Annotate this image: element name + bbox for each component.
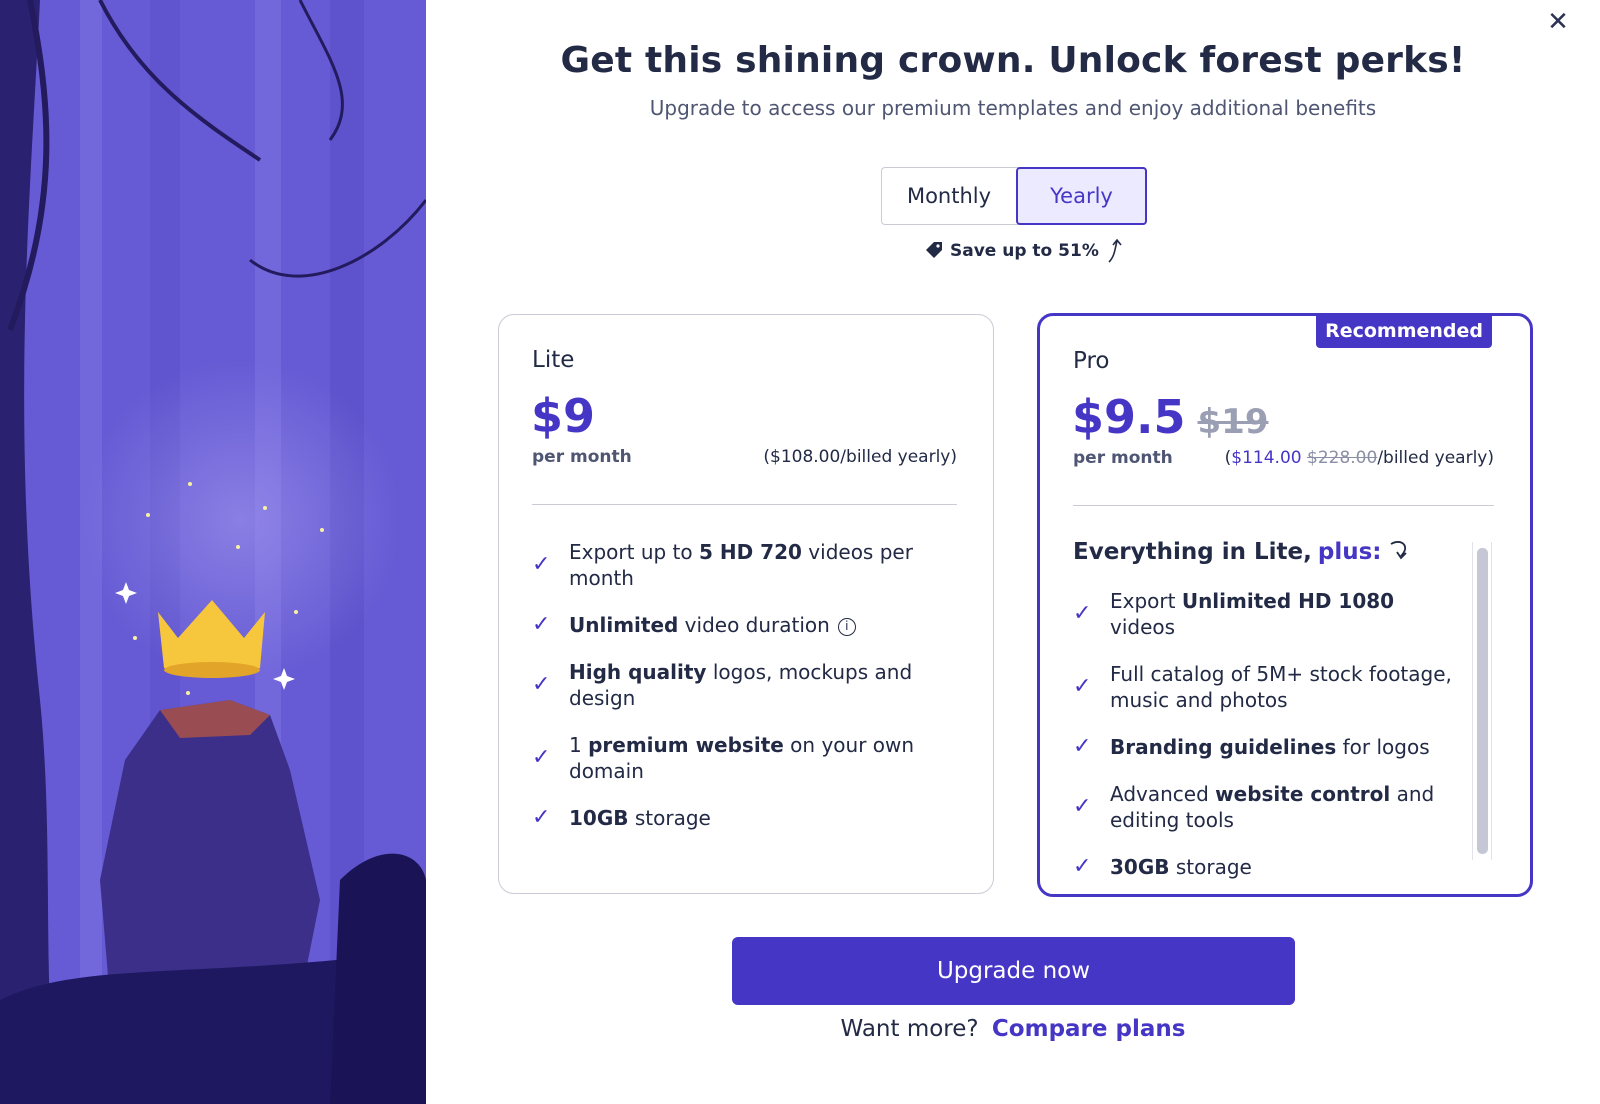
feature-text: Advanced website control and editing too… — [1110, 781, 1460, 833]
check-icon: ✓ — [532, 745, 551, 770]
feature-text: Export up to 5 HD 720 videos per month — [569, 539, 957, 591]
plan-card-pro[interactable]: Recommended Pro $9.5 $19 per month ($114… — [1037, 313, 1533, 897]
modal-subtitle: Upgrade to access our premium templates … — [649, 96, 1377, 120]
feature-item: ✓ Branding guidelines for logos — [1073, 734, 1460, 760]
feature-text: Export Unlimited HD 1080 videos — [1110, 588, 1460, 640]
feature-bold: Unlimited HD 1080 — [1181, 589, 1395, 613]
feature-post: storage — [628, 806, 711, 830]
save-note-text: Save up to 51% — [950, 241, 1099, 261]
feature-list: ✓ Export up to 5 HD 720 videos per month ✓… — [532, 539, 957, 852]
price-value: $9 — [531, 389, 596, 443]
billed-old: $228.00 — [1307, 448, 1378, 468]
feature-text: High quality logos, mockups and design — [569, 659, 957, 711]
old-price: $19 — [1197, 402, 1269, 442]
plan-price: $9 — [531, 389, 595, 443]
feature-pre: Export — [1110, 589, 1182, 613]
feature-item: ✓ 10GB storage — [532, 805, 957, 831]
divider — [532, 504, 957, 505]
scrollbar-thumb[interactable] — [1477, 548, 1488, 854]
plan-card-lite[interactable]: Lite $9 per month ($108.00/billed yearly… — [498, 314, 994, 894]
scrollbar[interactable] — [1472, 542, 1492, 860]
check-icon: ✓ — [532, 552, 551, 577]
feature-item: ✓ Full catalog of 5M+ stock footage, musi… — [1073, 661, 1460, 713]
price-value: $9.5 — [1072, 390, 1186, 444]
feature-post: videos — [1110, 615, 1176, 639]
plan-name: Pro — [1073, 348, 1110, 374]
feature-item: ✓ 1 premium website on your own domain — [532, 732, 957, 784]
close-icon[interactable]: ✕ — [1546, 9, 1570, 35]
billed-yearly: ($114.00 $228.00/billed yearly) — [1225, 448, 1494, 468]
toggle-monthly[interactable]: Monthly — [882, 168, 1016, 224]
want-more-text: Want more? — [840, 1016, 979, 1042]
info-icon[interactable]: i — [837, 617, 856, 636]
feature-pre: 1 — [569, 733, 589, 757]
recommended-badge: Recommended — [1316, 314, 1492, 348]
check-icon: ✓ — [1073, 734, 1092, 759]
feature-text: Full catalog of 5M+ stock footage, music… — [1110, 661, 1460, 713]
feature-bold: premium website — [588, 733, 784, 757]
price-period: per month — [532, 447, 632, 467]
feature-post: video duration — [678, 613, 830, 637]
feature-list: Everything in Lite, plus: ✓ Export Unlimi… — [1073, 538, 1460, 901]
features-head: Everything in Lite, plus: — [1073, 538, 1460, 566]
check-icon: ✓ — [532, 672, 551, 697]
feature-bold: 10GB — [569, 806, 629, 830]
feature-item: ✓ Unlimited video duration i — [532, 612, 957, 638]
check-icon: ✓ — [532, 805, 551, 830]
billing-toggle: Monthly Yearly — [881, 167, 1147, 225]
price-period: per month — [1073, 448, 1173, 468]
save-note: Save up to 51% — [924, 238, 1125, 264]
plan-price: $9.5 $19 — [1072, 390, 1268, 444]
feature-item: ✓ Export up to 5 HD 720 videos per month — [532, 539, 957, 591]
feature-text: 1 premium website on your own domain — [569, 732, 957, 784]
feature-pre: Advanced — [1110, 782, 1216, 806]
feature-post: for logos — [1336, 735, 1430, 759]
billed-new: $114.00 — [1231, 448, 1302, 468]
feature-bold: 5 HD 720 — [699, 540, 802, 564]
feature-bold: High quality — [569, 660, 707, 684]
compare-plans-row: Want more? Compare plans — [426, 1016, 1600, 1042]
check-icon: ✓ — [1073, 674, 1092, 699]
feature-text: 10GB storage — [569, 805, 711, 831]
billed-close: /billed yearly) — [1377, 448, 1494, 468]
feature-item: ✓ Advanced website control and editing to… — [1073, 781, 1460, 833]
feature-bold: website control — [1215, 782, 1391, 806]
check-icon: ✓ — [1073, 854, 1092, 879]
feature-post: storage — [1169, 855, 1252, 879]
arrow-up-icon — [1108, 238, 1122, 263]
upgrade-now-button[interactable]: Upgrade now — [732, 937, 1295, 1005]
feature-text: 30GB storage — [1110, 854, 1252, 880]
features-head-text: Everything in Lite, — [1073, 539, 1312, 565]
forest-illustration — [0, 0, 426, 1104]
compare-plans-link[interactable]: Compare plans — [992, 1016, 1186, 1042]
feature-item: ✓ Export Unlimited HD 1080 videos — [1073, 588, 1460, 640]
modal-title: Get this shining crown. Unlock forest pe… — [560, 40, 1466, 81]
feature-item: ✓ High quality logos, mockups and design — [532, 659, 957, 711]
billed-yearly: ($108.00/billed yearly) — [763, 447, 957, 467]
toggle-yearly[interactable]: Yearly — [1016, 167, 1147, 225]
divider — [1073, 505, 1494, 506]
tag-icon — [926, 242, 942, 258]
curved-arrow-icon — [1391, 541, 1408, 560]
feature-bold: 30GB — [1110, 855, 1170, 879]
check-icon: ✓ — [532, 612, 551, 637]
check-icon: ✓ — [1073, 794, 1092, 819]
feature-bold: Branding guidelines — [1110, 735, 1337, 759]
check-icon: ✓ — [1073, 601, 1092, 626]
feature-text: Branding guidelines for logos — [1110, 734, 1430, 760]
feature-pre: Export up to — [569, 540, 699, 564]
feature-text: Unlimited video duration i — [569, 612, 856, 638]
plan-name: Lite — [532, 347, 575, 373]
feature-bold: Unlimited — [569, 613, 679, 637]
feature-pre: Full catalog of 5M+ stock footage, music… — [1110, 662, 1452, 712]
features-head-plus: plus: — [1317, 539, 1382, 565]
feature-item: ✓ 30GB storage — [1073, 854, 1460, 880]
